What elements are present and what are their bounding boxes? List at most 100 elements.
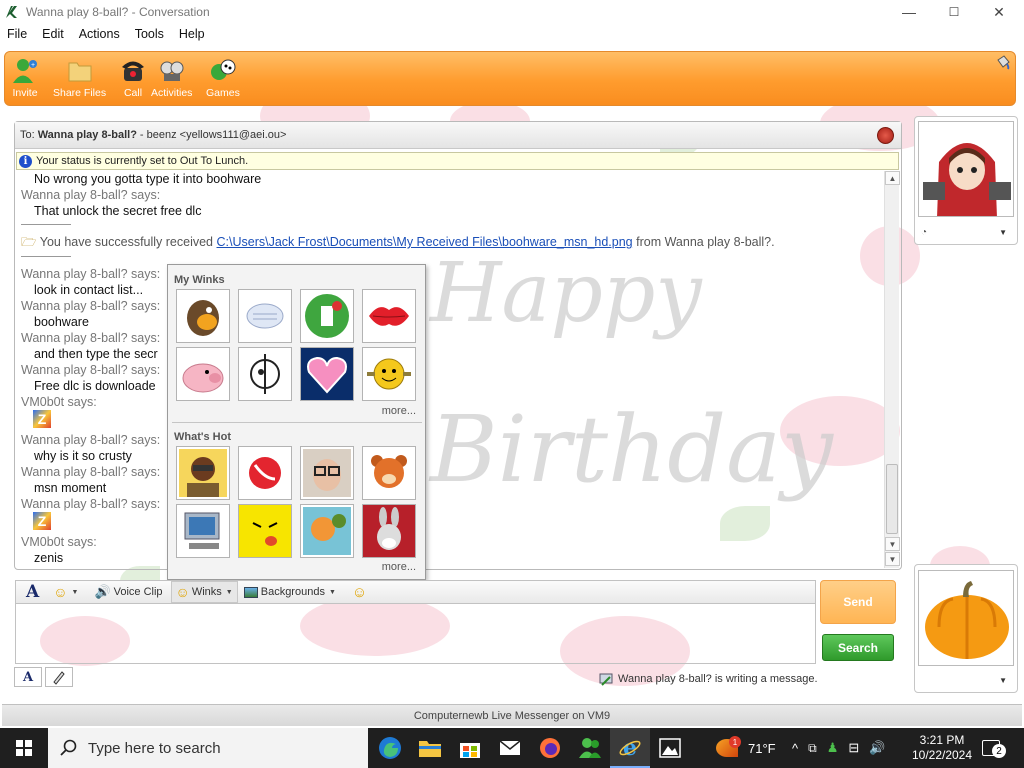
call-button[interactable]: Call bbox=[119, 56, 147, 99]
taskbar-internet-explorer[interactable]: e bbox=[610, 728, 650, 768]
received-prefix: You have successfully received bbox=[39, 235, 217, 249]
contact-avatar[interactable] bbox=[918, 121, 1014, 217]
games-button[interactable]: Games bbox=[206, 56, 240, 99]
wink-kiss[interactable] bbox=[362, 289, 416, 343]
activities-label: Activities bbox=[151, 87, 193, 99]
taskbar-mail[interactable] bbox=[490, 728, 530, 768]
wink-heart[interactable] bbox=[300, 347, 354, 401]
winks-label: Winks bbox=[191, 586, 222, 598]
message-sender: Wanna play 8-ball? says: bbox=[21, 267, 161, 281]
meet-now-icon[interactable]: ⧉ bbox=[808, 741, 817, 756]
font-icon[interactable]: A bbox=[26, 582, 39, 602]
notification-center-button[interactable]: 2 bbox=[982, 728, 1006, 768]
chevron-down-icon[interactable]: ▼ bbox=[999, 228, 1007, 237]
message-sender: Wanna play 8-ball? says: bbox=[21, 188, 161, 202]
zigzag-emoticon-icon: Z bbox=[33, 410, 51, 428]
taskbar-file-explorer[interactable] bbox=[410, 728, 450, 768]
wink-computer[interactable] bbox=[176, 504, 230, 558]
network-icon[interactable]: ⊟ bbox=[848, 740, 859, 756]
status-text: Your status is currently set to Out To L… bbox=[36, 155, 249, 167]
backgrounds-label: Backgrounds bbox=[260, 586, 325, 598]
taskbar-edge[interactable] bbox=[370, 728, 410, 768]
menu-help[interactable]: Help bbox=[172, 27, 213, 41]
windows-icon bbox=[16, 740, 32, 756]
toolbar: + Invite Share Files Call Activities Gam… bbox=[4, 51, 1016, 106]
chevron-down-icon[interactable]: ▼ bbox=[999, 676, 1007, 685]
menu-file[interactable]: File bbox=[0, 27, 35, 41]
typing-indicator: Wanna play 8-ball? is writing a message. bbox=[598, 672, 818, 686]
received-suffix: from Wanna play 8-ball?. bbox=[632, 235, 775, 249]
menu-tools[interactable]: Tools bbox=[128, 27, 172, 41]
taskbar-messenger[interactable] bbox=[570, 728, 610, 768]
smiley-icon: ☺ bbox=[53, 584, 68, 600]
scroll-end-icon[interactable]: ▼ bbox=[885, 552, 900, 566]
taskbar-store[interactable] bbox=[450, 728, 490, 768]
my-winks-more-link[interactable]: more... bbox=[382, 405, 416, 417]
maximize-button[interactable]: ☐ bbox=[931, 0, 977, 24]
activities-button[interactable]: Activities bbox=[151, 56, 192, 99]
winks-divider bbox=[172, 422, 422, 423]
voice-clip-button[interactable]: 🔊 Voice Clip bbox=[94, 584, 162, 600]
winks-button[interactable]: ☺ Winks ▼ bbox=[170, 581, 238, 603]
notification-count: 2 bbox=[992, 744, 1006, 758]
search-placeholder: Type here to search bbox=[88, 739, 221, 757]
separator bbox=[21, 224, 71, 225]
message-body: and then type the secr bbox=[34, 347, 158, 361]
handwriting-mode-button[interactable] bbox=[45, 667, 73, 687]
my-avatar[interactable] bbox=[918, 570, 1014, 666]
taskbar-firefox[interactable] bbox=[530, 728, 570, 768]
minimize-button[interactable]: — bbox=[886, 0, 932, 24]
search-button[interactable]: Search bbox=[822, 634, 894, 661]
edge-icon bbox=[379, 737, 401, 759]
menu-bar: File Edit Actions Tools Help bbox=[0, 24, 1024, 43]
weather-widget[interactable]: 1 71°F bbox=[716, 728, 776, 768]
wink-pig[interactable] bbox=[176, 347, 230, 401]
send-button[interactable]: Send bbox=[820, 580, 896, 624]
input-toolbar: A ☺ ▼ 🔊 Voice Clip ☺ Winks ▼ Backgrounds ▼ ☺ bbox=[15, 580, 816, 604]
internet-explorer-icon: e bbox=[619, 735, 641, 759]
clock[interactable]: 3:21 PM 10/22/2024 bbox=[910, 728, 974, 768]
wink-fist[interactable] bbox=[238, 289, 292, 343]
info-icon: i bbox=[19, 154, 32, 168]
wink-bear[interactable] bbox=[362, 446, 416, 500]
emoticon-button[interactable]: ☺ ▼ bbox=[53, 584, 78, 600]
volume-icon[interactable]: 🔊 bbox=[869, 740, 885, 756]
start-button[interactable] bbox=[0, 728, 48, 768]
svg-text:+: + bbox=[31, 62, 35, 69]
whats-hot-more-link[interactable]: more... bbox=[382, 561, 416, 573]
invite-button[interactable]: + Invite bbox=[11, 56, 39, 99]
wink-tongue-face[interactable] bbox=[238, 504, 292, 558]
share-files-button[interactable]: Share Files bbox=[53, 56, 106, 99]
wink-red-ball[interactable] bbox=[238, 446, 292, 500]
nudge-button[interactable]: ☺ bbox=[352, 584, 367, 601]
menu-actions[interactable]: Actions bbox=[72, 27, 128, 41]
text-mode-button[interactable]: A bbox=[14, 667, 42, 687]
message-history[interactable]: No wrong you gotta type it into boohware… bbox=[21, 171, 881, 568]
invite-icon: + bbox=[13, 59, 37, 83]
wink-bugs-bunny[interactable] bbox=[362, 504, 416, 558]
wink-green-guy[interactable] bbox=[300, 289, 354, 343]
menu-edit[interactable]: Edit bbox=[35, 27, 72, 41]
text-mode-icon: A bbox=[22, 669, 34, 685]
scroll-up-icon[interactable]: ▲ bbox=[885, 171, 900, 185]
taskbar-search[interactable]: Type here to search bbox=[48, 728, 368, 768]
close-button[interactable]: ✕ bbox=[976, 0, 1022, 24]
wink-dog[interactable] bbox=[176, 289, 230, 343]
received-file-link[interactable]: C:\Users\Jack Frost\Documents\My Receive… bbox=[217, 235, 633, 249]
wink-smiley[interactable] bbox=[362, 347, 416, 401]
wink-figure[interactable] bbox=[238, 347, 292, 401]
message-scrollbar[interactable]: ▲ ▼ ▼ bbox=[884, 171, 900, 568]
paint-bucket-icon[interactable] bbox=[995, 54, 1011, 70]
scroll-thumb[interactable] bbox=[886, 464, 898, 534]
whats-hot-title: What's Hot bbox=[174, 431, 231, 443]
wink-glasses-man[interactable] bbox=[300, 446, 354, 500]
chevron-up-icon[interactable]: ^ bbox=[792, 741, 798, 756]
wink-cat-ball[interactable] bbox=[300, 504, 354, 558]
message-input[interactable] bbox=[15, 604, 816, 664]
scroll-down-icon[interactable]: ▼ bbox=[885, 537, 900, 551]
block-contact-button[interactable] bbox=[877, 127, 894, 144]
taskbar-photos[interactable] bbox=[650, 728, 690, 768]
backgrounds-button[interactable]: Backgrounds ▼ bbox=[243, 586, 336, 598]
wink-dj-girl[interactable] bbox=[176, 446, 230, 500]
people-icon[interactable]: ♟ bbox=[827, 740, 839, 756]
